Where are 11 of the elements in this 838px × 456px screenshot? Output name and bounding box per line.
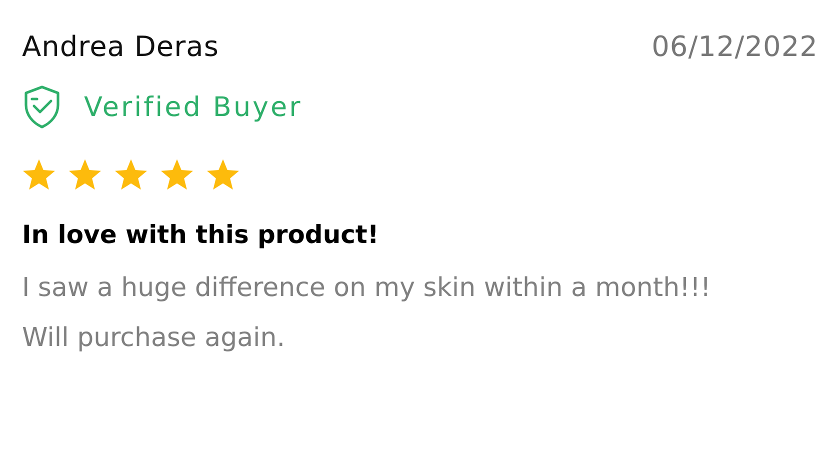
star-icon xyxy=(206,159,240,192)
star-icon xyxy=(68,159,102,192)
verified-buyer-label: Verified Buyer xyxy=(84,92,302,122)
review-text: I saw a huge difference on my skin within a month!!! Will purchase again. xyxy=(22,272,712,355)
review-date: 06/12/2022 xyxy=(652,30,818,63)
reviewer-name: Andrea Deras xyxy=(22,30,219,63)
star-icon xyxy=(160,159,194,192)
star-icon xyxy=(22,159,56,192)
shield-check-icon xyxy=(22,85,62,129)
star-icon xyxy=(114,159,148,192)
review-title: In love with this product! xyxy=(22,220,380,249)
